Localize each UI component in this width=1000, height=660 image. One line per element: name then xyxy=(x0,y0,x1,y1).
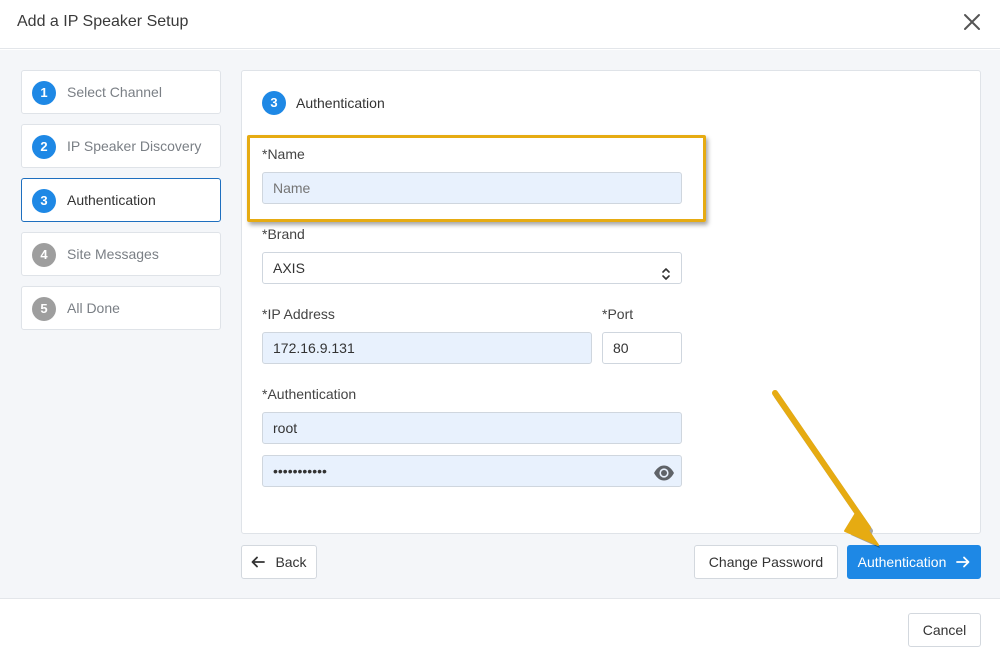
panel-step-title: Authentication xyxy=(296,95,385,111)
change-password-button[interactable]: Change Password xyxy=(694,545,838,579)
brand-select[interactable]: AXIS xyxy=(262,252,682,284)
cancel-button-label: Cancel xyxy=(922,622,967,638)
brand-selected-value: AXIS xyxy=(273,260,305,276)
step-select-channel[interactable]: 1 Select Channel xyxy=(21,70,221,114)
add-ip-speaker-dialog: Add a IP Speaker Setup 1 Select Channel … xyxy=(0,0,1000,660)
step-number: 4 xyxy=(32,243,56,267)
name-field-highlight-box xyxy=(247,135,706,222)
cancel-button[interactable]: Cancel xyxy=(908,613,981,647)
step-number: 2 xyxy=(32,135,56,159)
password-masked-value: ••••••••••• xyxy=(273,463,327,479)
brand-label: *Brand xyxy=(262,226,305,242)
dialog-header: Add a IP Speaker Setup xyxy=(0,0,1000,49)
step-number: 3 xyxy=(32,189,56,213)
back-button-label: Back xyxy=(275,554,307,570)
close-icon[interactable] xyxy=(960,10,984,34)
arrow-left-icon xyxy=(251,556,266,568)
authentication-label: *Authentication xyxy=(262,386,357,402)
arrow-right-icon xyxy=(956,556,970,568)
step-label: Site Messages xyxy=(67,246,159,262)
eye-icon[interactable] xyxy=(653,462,675,481)
username-input[interactable]: root xyxy=(262,412,682,444)
ip-address-input[interactable]: 172.16.9.131 xyxy=(262,332,592,364)
step-ip-speaker-discovery[interactable]: 2 IP Speaker Discovery xyxy=(21,124,221,168)
select-updown-icon xyxy=(661,261,671,280)
ip-address-label: *IP Address xyxy=(262,306,335,322)
back-button[interactable]: Back xyxy=(241,545,317,579)
change-password-label: Change Password xyxy=(708,554,824,570)
password-input[interactable]: ••••••••••• xyxy=(262,455,682,487)
step-site-messages[interactable]: 4 Site Messages xyxy=(21,232,221,276)
step-label: Select Channel xyxy=(67,84,162,100)
step-all-done[interactable]: 5 All Done xyxy=(21,286,221,330)
step-label: IP Speaker Discovery xyxy=(67,138,202,154)
step-label: All Done xyxy=(67,300,120,316)
next-button-label: Authentication xyxy=(857,554,947,570)
step-number: 5 xyxy=(32,297,56,321)
step-number: 1 xyxy=(32,81,56,105)
step-authentication[interactable]: 3 Authentication xyxy=(21,178,221,222)
port-label: *Port xyxy=(602,306,634,322)
step-label: Authentication xyxy=(67,192,156,208)
port-input[interactable]: 80 xyxy=(602,332,682,364)
panel-step-number: 3 xyxy=(262,91,286,115)
dialog-body: 1 Select Channel 2 IP Speaker Discovery … xyxy=(0,50,1000,599)
dialog-title: Add a IP Speaker Setup xyxy=(17,13,189,30)
authentication-next-button[interactable]: Authentication xyxy=(847,545,981,579)
